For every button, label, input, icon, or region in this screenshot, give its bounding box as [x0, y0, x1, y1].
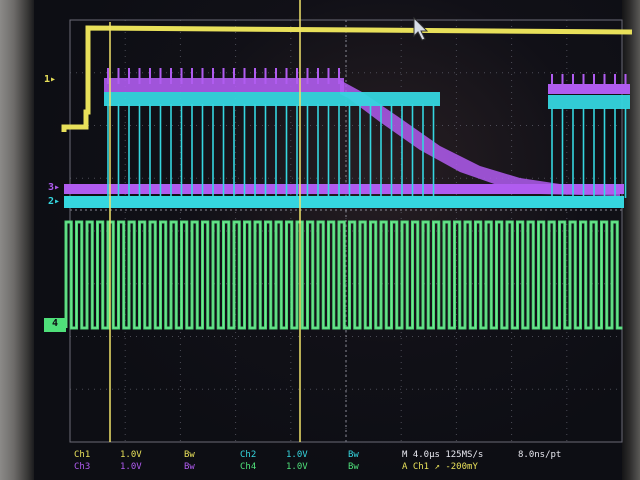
ch4-bw: Bw [348, 462, 359, 472]
ch4-marker[interactable]: 4 [44, 318, 66, 332]
ch2-bw: Bw [348, 450, 359, 460]
ch1-marker[interactable]: 1▸ [44, 74, 56, 86]
mouse-pointer-icon [413, 16, 429, 41]
ch3-label: Ch3 [74, 462, 91, 472]
ch3-marker[interactable]: 3▸ [48, 182, 60, 194]
ch4-label: Ch4 [240, 462, 257, 472]
ch3-trace [64, 68, 630, 196]
ch2-marker[interactable]: 2▸ [48, 196, 60, 208]
timebase-readout: M 4.0µs 125MS/s [402, 450, 484, 460]
ch2-label: Ch2 [240, 450, 257, 460]
ch2-scale: 1.0V [286, 450, 308, 460]
ch1-label: Ch1 [74, 450, 91, 460]
resolution-readout: 8.0ns/pt [518, 450, 562, 460]
ch1-bw: Bw [184, 450, 195, 460]
ch4-scale: 1.0V [286, 462, 308, 472]
ch3-scale: 1.0V [120, 462, 142, 472]
trigger-readout: A Ch1 ↗ -200mY [402, 462, 478, 472]
ch3-bw: Bw [184, 462, 195, 472]
ch1-scale: 1.0V [120, 450, 142, 460]
waveform-display [61, 0, 633, 443]
photo-scene: 1▸ 3▸ 2▸ 4 Ch1 1.0V Bw Ch2 1.0V Bw Ch3 1… [0, 0, 640, 480]
ch4-trace [64, 220, 623, 330]
